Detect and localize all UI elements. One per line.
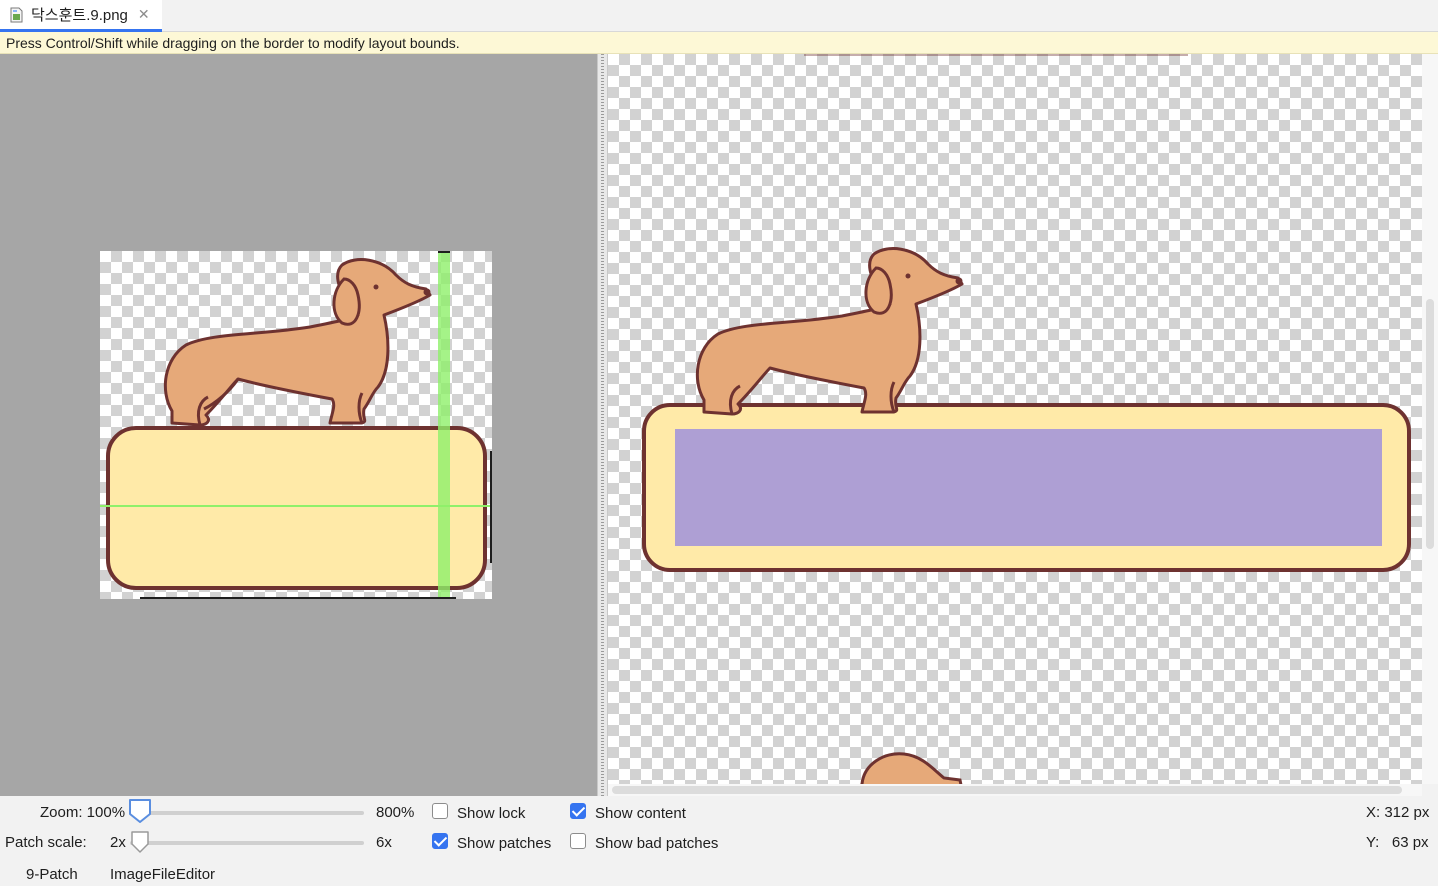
show-patches-checkbox[interactable] [432,833,448,849]
zoom-max-label: 800% [376,804,415,821]
horizontal-scroll-thumb[interactable] [612,786,1402,794]
layout-bounds-hint: Press Control/Shift while dragging on th… [0,32,1438,54]
stretched-preview-image [642,54,1411,784]
cursor-x-readout: X: 312 px [1366,804,1430,821]
dachshund-image [100,251,492,599]
show-content-label[interactable]: Show content [595,805,686,822]
show-content-checkbox[interactable] [570,803,586,819]
pane-splitter[interactable] [597,54,608,796]
ninepatch-image-canvas[interactable] [100,251,492,599]
show-lock-checkbox[interactable] [432,803,448,819]
zoom-label: Zoom: 100% [40,804,126,821]
vertical-scroll-thumb[interactable] [1426,299,1434,549]
tab-filename: 닥스훈트.9.png [31,7,128,24]
patch-scale-slider-track[interactable] [130,841,364,845]
patch-scale-min-label: 2x [110,834,126,851]
tab-9-patch[interactable]: 9-Patch [26,866,78,883]
editor-tab-bar: 닥스훈트.9.png ✕ [0,0,1438,32]
preview-vertical-scrollbar[interactable] [1422,54,1438,784]
tab-image-file-editor[interactable]: ImageFileEditor [110,866,215,883]
tab-dachshund-9png[interactable]: 닥스훈트.9.png ✕ [0,0,162,32]
ninepatch-edit-area[interactable] [0,54,597,796]
patch-scale-max-label: 6x [376,834,392,851]
show-patches-label[interactable]: Show patches [457,835,551,852]
content-area [675,429,1382,546]
ninepatch-editor-window: 닥스훈트.9.png ✕ Press Control/Shift while d… [0,0,1438,886]
show-bad-patches-checkbox[interactable] [570,833,586,849]
close-icon[interactable]: ✕ [138,6,150,23]
show-lock-label[interactable]: Show lock [457,805,525,822]
cursor-y-readout: Y: 63 px [1366,834,1429,851]
editor-controls: Zoom: 100% 800% Patch scale: 2x 6x Show … [0,796,1438,886]
splitter-grip[interactable] [601,54,604,796]
zoom-slider-track[interactable] [130,811,364,815]
show-bad-patches-label[interactable]: Show bad patches [595,835,718,852]
patch-scale-label: Patch scale: [5,834,87,851]
preview-horizontal-scrollbar[interactable] [608,784,1422,796]
image-file-icon [10,7,23,23]
ninepatch-preview [608,54,1422,784]
